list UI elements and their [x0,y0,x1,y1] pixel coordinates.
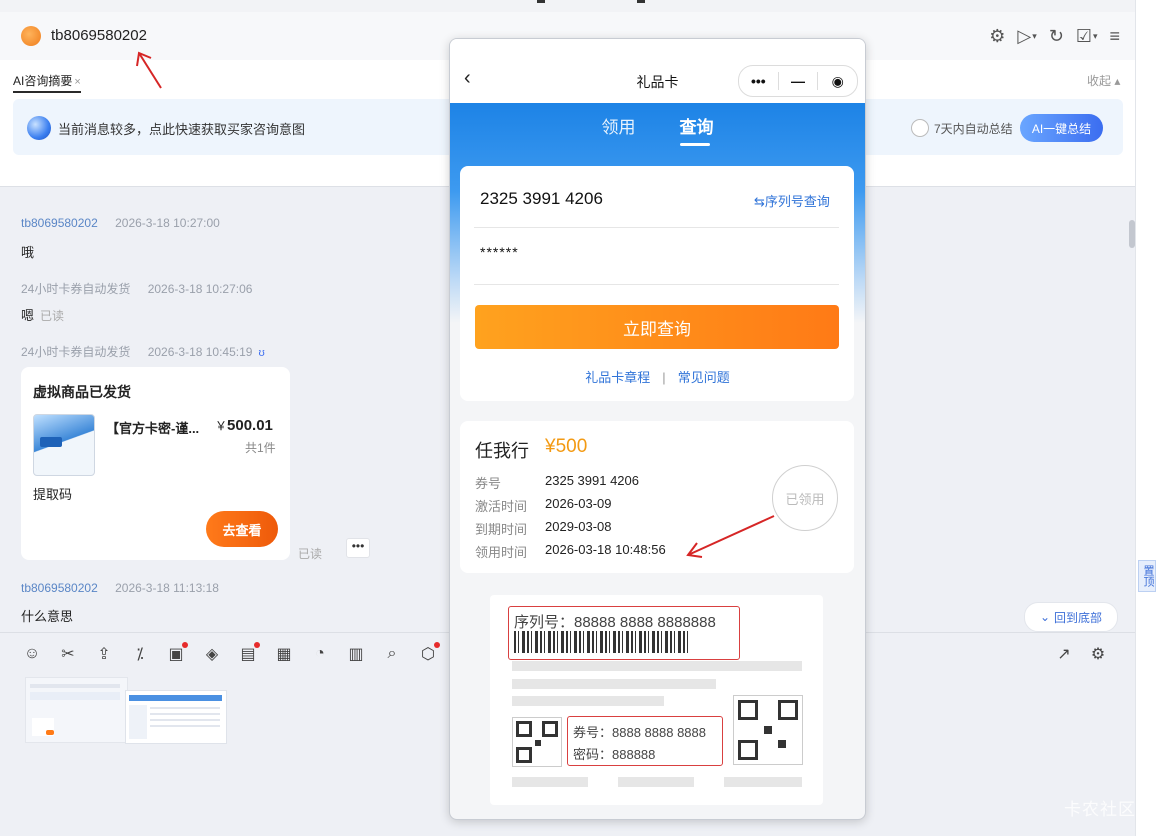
arrow-username [136,51,162,89]
annotation-arrows [136,51,775,558]
arrow-claim-time [686,515,775,558]
